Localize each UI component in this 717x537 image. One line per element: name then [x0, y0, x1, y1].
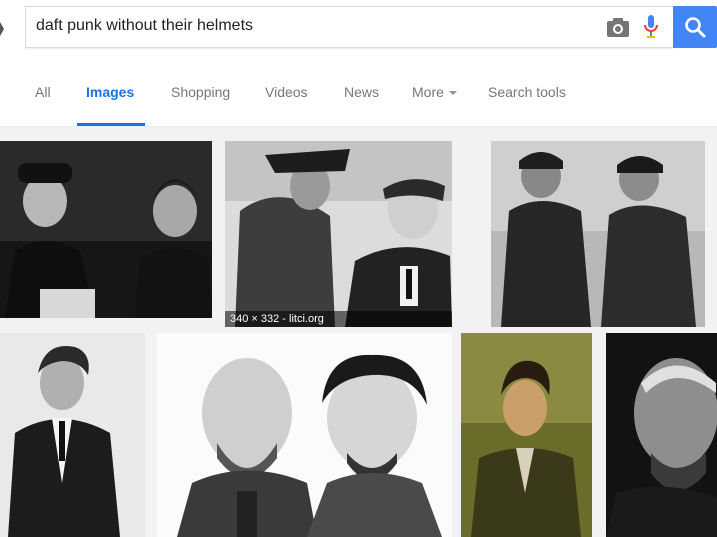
tab-more[interactable]: More [412, 84, 457, 100]
search-tabs: All Images Shopping Videos News More Sea… [0, 60, 717, 127]
search-header: daft punk without their helmets [0, 0, 717, 58]
active-tab-indicator [77, 123, 145, 126]
tab-videos[interactable]: Videos [265, 84, 308, 100]
image-result-7[interactable] [606, 333, 717, 537]
image-result-2[interactable]: 340 × 332 - litci.org [225, 141, 452, 327]
image-results-grid: 340 × 332 - litci.org [0, 127, 717, 537]
image-result-1[interactable] [0, 141, 212, 318]
search-button[interactable] [673, 6, 717, 48]
image-result-3[interactable] [491, 141, 705, 327]
image-result-4[interactable] [0, 333, 145, 537]
chevron-down-icon [448, 91, 457, 96]
search-icon [685, 17, 706, 38]
search-input[interactable]: daft punk without their helmets [25, 6, 673, 48]
image-caption: 340 × 332 - litci.org [225, 311, 452, 327]
tab-all[interactable]: All [35, 84, 51, 100]
tab-more-label: More [412, 84, 444, 100]
search-query[interactable]: daft punk without their helmets [36, 17, 253, 35]
image-result-5[interactable] [157, 333, 452, 537]
back-arrow-icon[interactable] [0, 22, 4, 36]
tab-search-tools[interactable]: Search tools [488, 84, 566, 100]
tab-news[interactable]: News [344, 84, 379, 100]
image-result-6[interactable] [461, 333, 592, 537]
tab-images[interactable]: Images [86, 84, 134, 100]
tab-shopping[interactable]: Shopping [171, 84, 230, 100]
camera-icon[interactable] [606, 16, 630, 38]
microphone-icon[interactable] [643, 14, 659, 40]
